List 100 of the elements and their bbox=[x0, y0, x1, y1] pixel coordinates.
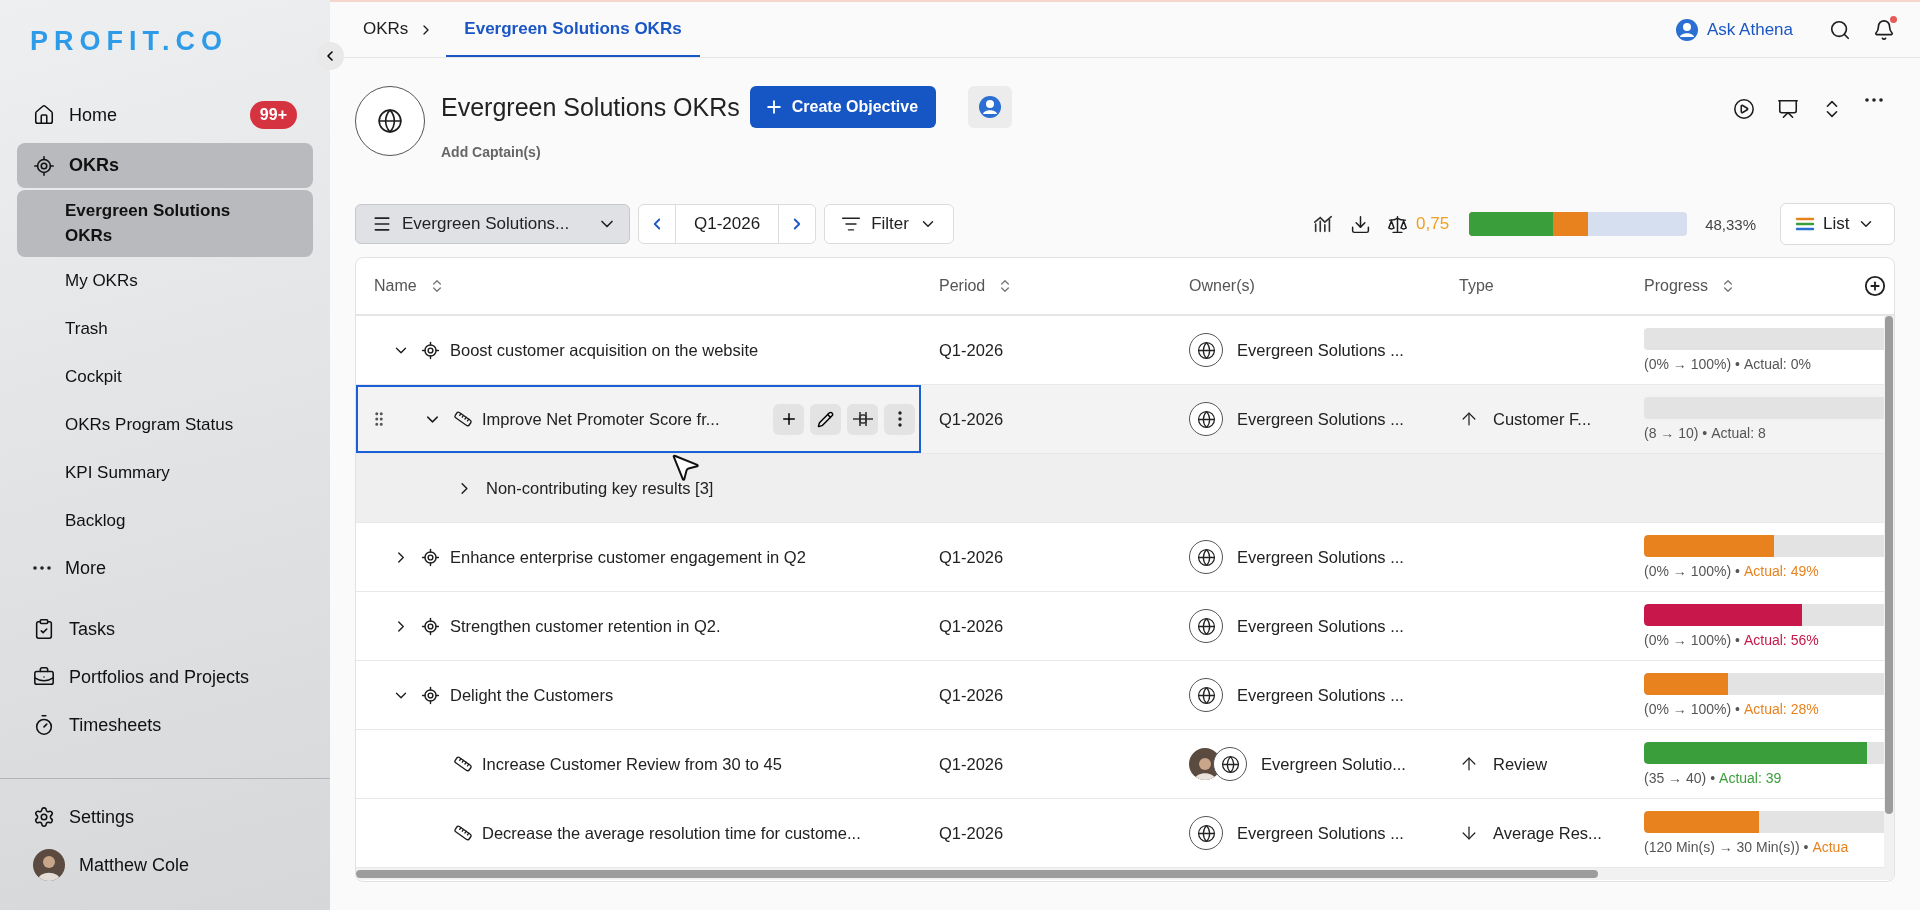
key-result-name[interactable]: Decrease the average resolution time for custome... bbox=[482, 823, 861, 843]
scale-icon[interactable] bbox=[1387, 213, 1409, 235]
more-icon[interactable] bbox=[1865, 98, 1883, 102]
add-button[interactable] bbox=[773, 403, 804, 435]
owner-name: Evergreen Solutio... bbox=[1261, 754, 1406, 774]
user-avatar bbox=[33, 849, 65, 881]
list-icon bbox=[1795, 216, 1815, 232]
key-result-name[interactable]: Increase Customer Review from 30 to 45 bbox=[482, 754, 782, 774]
column-header[interactable]: Type bbox=[1459, 277, 1494, 295]
period-text: Q1-2026 bbox=[939, 754, 1004, 774]
group-label[interactable]: Non-contributing key results [3] bbox=[486, 478, 714, 498]
nav-item[interactable]: Home 99+ bbox=[17, 92, 313, 138]
nav-item[interactable]: Portfolios and Projects bbox=[17, 653, 313, 701]
assistant-button[interactable] bbox=[968, 86, 1013, 128]
objective-name[interactable]: Delight the Customers bbox=[450, 685, 614, 705]
period-text: Q1-2026 bbox=[939, 340, 1004, 360]
target-icon bbox=[421, 685, 440, 705]
period-text: Q1-2026 bbox=[939, 547, 1004, 567]
actual-value: Actual: 39 bbox=[1719, 770, 1782, 786]
nav-subitem[interactable]: KPI Summary bbox=[17, 449, 313, 497]
check-in-button[interactable] bbox=[847, 403, 878, 435]
assistant-avatar-icon bbox=[1675, 17, 1699, 42]
column-header[interactable]: Progress bbox=[1644, 277, 1709, 295]
name-cell[interactable]: Improve Net Promoter Score fr... bbox=[356, 385, 921, 453]
briefcase-icon bbox=[33, 666, 55, 688]
key-result-name[interactable]: Improve Net Promoter Score fr... bbox=[482, 409, 720, 429]
owner-name: Evergreen Solutions ... bbox=[1237, 547, 1404, 567]
owner-name: Evergreen Solutions ... bbox=[1237, 409, 1404, 429]
download-icon[interactable] bbox=[1350, 213, 1372, 235]
column-header[interactable]: Period bbox=[939, 277, 986, 295]
notification-icon[interactable] bbox=[1873, 18, 1895, 41]
target-icon bbox=[33, 154, 55, 177]
settings-item[interactable]: Settings bbox=[17, 793, 313, 841]
objective-name[interactable]: Enhance enterprise customer engagement in Q2 bbox=[450, 547, 806, 567]
more-button[interactable] bbox=[884, 403, 915, 435]
user-item[interactable]: Matthew Cole bbox=[17, 841, 313, 889]
progress-range: (0% → 100%) • bbox=[1644, 356, 1740, 372]
search-icon[interactable] bbox=[1829, 18, 1851, 41]
nav-subitem[interactable]: Evergreen Solutions OKRs bbox=[17, 190, 313, 257]
logo: PROFIT.CO bbox=[30, 26, 228, 57]
nav-subitem[interactable]: Backlog bbox=[17, 497, 313, 545]
progress-range: (120 Min(s) → 30 Min(s)) • bbox=[1644, 839, 1809, 855]
nav-subitem[interactable]: OKRs Program Status bbox=[17, 401, 313, 449]
progress-range: (0% → 100%) • bbox=[1644, 701, 1740, 717]
breadcrumb[interactable]: OKRs bbox=[363, 2, 409, 57]
clipboard-check-icon bbox=[33, 618, 55, 640]
nav-subitem[interactable]: Trash bbox=[17, 305, 313, 353]
assistant-avatar-icon bbox=[978, 95, 1003, 119]
pencil-icon bbox=[817, 410, 834, 428]
assistant-link[interactable]: Ask Athena bbox=[1675, 17, 1793, 42]
nav-item[interactable]: More bbox=[17, 545, 313, 591]
period-label: Q1-2026 bbox=[675, 205, 780, 243]
nav-subitem[interactable]: My OKRs bbox=[17, 257, 313, 305]
scrollbar-thumb[interactable] bbox=[1885, 316, 1893, 814]
actual-value: Actua bbox=[1812, 839, 1849, 855]
actual-value: Actual: 28% bbox=[1743, 701, 1819, 717]
target-icon bbox=[421, 616, 440, 636]
count-badge: 99+ bbox=[249, 101, 297, 129]
type-text: Review bbox=[1493, 754, 1548, 774]
more-icon bbox=[33, 566, 51, 570]
actual-value: Actual: 8 bbox=[1711, 425, 1766, 441]
target-icon bbox=[421, 340, 440, 360]
breadcrumb[interactable]: Evergreen Solutions OKRs bbox=[446, 2, 700, 57]
nav-item[interactable]: Timesheets bbox=[17, 701, 313, 749]
owner-name: Evergreen Solutions ... bbox=[1237, 823, 1404, 843]
score-value: 0,75 bbox=[1416, 214, 1450, 234]
actual-value: Actual: 56% bbox=[1743, 632, 1819, 648]
filter-button[interactable]: Filter bbox=[824, 204, 954, 244]
menu-icon bbox=[372, 214, 392, 234]
add-column-icon[interactable] bbox=[1864, 275, 1886, 297]
settings-icon bbox=[33, 806, 55, 828]
type-text: Customer F... bbox=[1493, 409, 1592, 429]
chart-icon[interactable] bbox=[1312, 213, 1335, 235]
owner-name: Evergreen Solutions ... bbox=[1237, 616, 1404, 636]
actual-value: Actual: 49% bbox=[1743, 563, 1819, 579]
progress-range: (8 → 10) • bbox=[1644, 425, 1708, 441]
nav-item[interactable]: OKRs bbox=[17, 143, 313, 188]
nav-subitem[interactable]: Cockpit bbox=[17, 353, 313, 401]
column-header[interactable]: Owner(s) bbox=[1189, 277, 1255, 295]
period-text: Q1-2026 bbox=[939, 409, 1004, 429]
create-objective-button[interactable]: Create Objective bbox=[749, 86, 937, 128]
more-vertical-icon bbox=[897, 411, 902, 427]
owner-name: Evergreen Solutions ... bbox=[1237, 340, 1404, 360]
actual-value: Actual: 0% bbox=[1743, 356, 1811, 372]
owner-name: Evergreen Solutions ... bbox=[1237, 685, 1404, 705]
edit-button[interactable] bbox=[810, 403, 841, 435]
nav-item[interactable]: Tasks bbox=[17, 605, 313, 653]
home-icon bbox=[33, 104, 55, 126]
target-icon bbox=[421, 547, 440, 567]
column-header[interactable]: Name bbox=[374, 277, 417, 295]
layout-dropdown[interactable]: List bbox=[1780, 203, 1895, 245]
play-icon[interactable] bbox=[1733, 98, 1755, 120]
view-dropdown[interactable]: Evergreen Solutions... bbox=[355, 204, 630, 244]
page-title: Evergreen Solutions OKRs bbox=[441, 92, 740, 122]
objective-name[interactable]: Boost customer acquisition on the website bbox=[450, 340, 759, 360]
presentation-icon[interactable] bbox=[1777, 98, 1799, 120]
scrollbar-thumb[interactable] bbox=[356, 870, 1598, 878]
add-captains-link[interactable]: Add Captain(s) bbox=[441, 144, 1013, 160]
filter-icon bbox=[841, 214, 862, 234]
objective-name[interactable]: Strengthen customer retention in Q2. bbox=[450, 616, 721, 636]
